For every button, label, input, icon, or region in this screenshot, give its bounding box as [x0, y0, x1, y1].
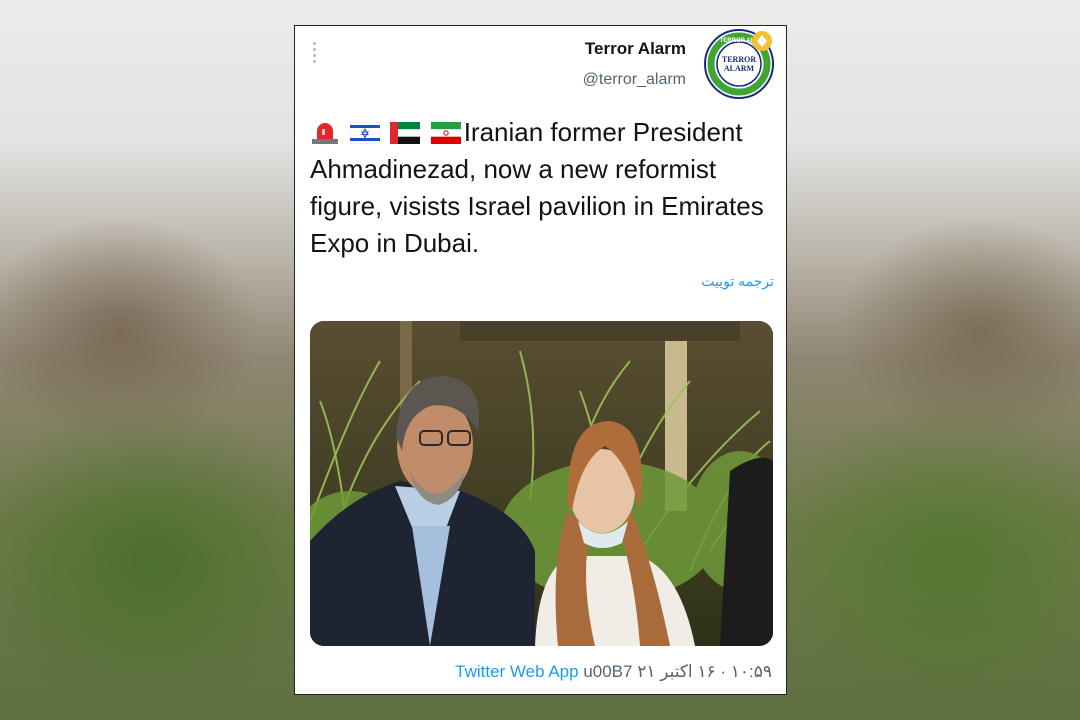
translate-tweet-link[interactable]: ترجمه توییت — [701, 273, 774, 290]
photo-illustration — [310, 321, 773, 646]
uae-flag-icon — [390, 122, 421, 144]
avatar[interactable]: TERROR ALARM TERROR AL — [704, 29, 774, 99]
footer-separator: u00B7 — [578, 662, 638, 681]
more-options-icon[interactable] — [313, 42, 319, 66]
tweet-footer: Twitter Web App u00B7 ۱۰:۵۹ · ۱۶ اکتبر ۲… — [455, 662, 772, 682]
avatar-text-1: TERROR — [722, 55, 756, 64]
israel-flag-icon — [350, 122, 381, 144]
author-name[interactable]: Terror Alarm — [585, 39, 686, 59]
tweet-photo[interactable] — [310, 321, 773, 646]
police-light-icon — [312, 123, 338, 144]
tweet-card: Terror Alarm @terror_alarm TERROR ALARM … — [294, 25, 787, 695]
avatar-text-2: ALARM — [724, 64, 755, 73]
tweet-text: Iranian former President Ahmadinezad, no… — [310, 114, 775, 262]
iran-flag-icon — [430, 122, 461, 144]
author-handle[interactable]: @terror_alarm — [583, 71, 686, 89]
avatar-text-top: TERROR AL — [720, 38, 755, 44]
tweet-timestamp[interactable]: ۱۰:۵۹ · ۱۶ اکتبر ۲۱ — [637, 662, 772, 681]
source-app-link[interactable]: Twitter Web App — [455, 662, 578, 681]
